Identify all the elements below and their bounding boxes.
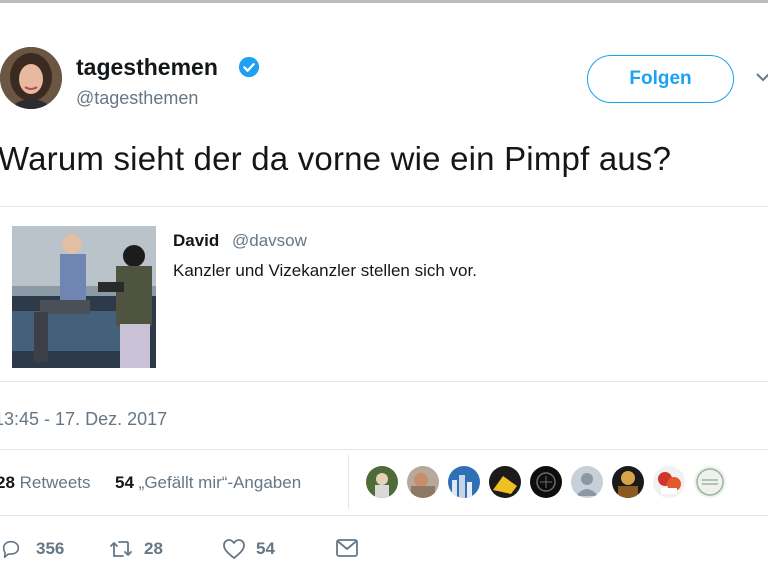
divider — [0, 515, 768, 516]
envelope-icon — [336, 539, 358, 557]
profile-photo — [0, 47, 62, 109]
liker-avatar[interactable] — [571, 466, 603, 498]
retweets-stat[interactable]: 28 Retweets — [0, 473, 91, 493]
liker-photo — [658, 472, 681, 494]
liker-avatar[interactable] — [448, 466, 480, 498]
follow-button[interactable]: Folgen — [587, 55, 734, 103]
default-avatar-icon — [576, 473, 598, 496]
reply-button[interactable]: 356 — [0, 538, 64, 560]
quoted-tweet-image[interactable] — [12, 226, 156, 368]
retweets-label: Retweets — [19, 473, 91, 492]
retweet-count: 28 — [144, 539, 163, 558]
liker-photo — [536, 472, 556, 492]
direct-message-button[interactable] — [335, 538, 359, 558]
reply-icon — [2, 540, 20, 559]
like-count: 54 — [256, 539, 275, 558]
tweet-text: Warum sieht der da vorne wie ein Pimpf a… — [0, 140, 672, 177]
liker-avatar[interactable] — [489, 466, 521, 498]
quoted-tweet-text: Kanzler und Vizekanzler stellen sich vor… — [173, 261, 477, 280]
top-border — [0, 0, 768, 3]
reply-count: 356 — [36, 539, 65, 558]
liker-avatar[interactable] — [612, 466, 644, 498]
retweet-icon — [110, 541, 132, 557]
liker-avatar[interactable] — [694, 466, 726, 498]
liker-photo — [493, 476, 517, 494]
liker-avatar[interactable] — [366, 466, 398, 498]
likes-label: „Gefällt mir“-Angaben — [138, 473, 302, 492]
liker-logo — [696, 468, 724, 496]
verified-badge-icon — [238, 56, 260, 78]
author-handle[interactable]: @tagesthemen — [76, 88, 198, 109]
quoted-author-name[interactable]: David — [173, 231, 219, 251]
quoted-photo — [12, 226, 156, 368]
quoted-author-handle[interactable]: @davsow — [232, 231, 307, 251]
retweets-count: 28 — [0, 473, 15, 492]
like-button[interactable]: 54 — [222, 538, 275, 560]
liker-photo — [375, 473, 389, 498]
liker-photo — [411, 473, 435, 498]
stats-divider — [348, 455, 349, 509]
liker-avatar[interactable] — [407, 466, 439, 498]
author-avatar[interactable] — [0, 47, 62, 109]
liker-photo — [452, 475, 472, 498]
author-display-name[interactable]: tagesthemen — [76, 54, 218, 81]
chevron-down-icon[interactable] — [756, 70, 768, 84]
heart-icon — [223, 539, 245, 559]
liker-avatar[interactable] — [653, 466, 685, 498]
liker-avatar[interactable] — [530, 466, 562, 498]
likes-count: 54 — [115, 473, 134, 492]
liker-photo — [618, 471, 638, 498]
tweet-timestamp[interactable]: 13:45 - 17. Dez. 2017 — [0, 409, 167, 430]
likes-stat[interactable]: 54 „Gefällt mir“-Angaben — [115, 473, 301, 493]
divider — [0, 449, 768, 450]
retweet-button[interactable]: 28 — [108, 538, 163, 560]
